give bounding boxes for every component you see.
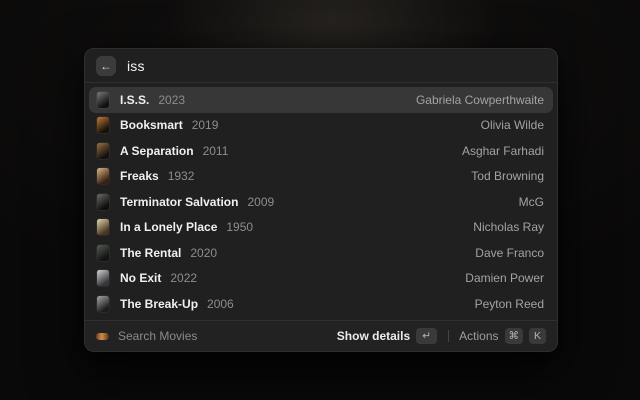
movie-title: A Separation: [120, 144, 194, 158]
back-button[interactable]: ←: [96, 56, 116, 76]
list-item[interactable]: Booksmart 2019 Olivia Wilde: [89, 113, 553, 139]
movie-director: Peyton Reed: [475, 297, 544, 311]
movie-director: Gabriela Cowperthwaite: [416, 93, 544, 107]
movie-title: I.S.S.: [120, 93, 149, 107]
result-list: I.S.S. 2023 Gabriela Cowperthwaite Books…: [85, 83, 557, 320]
source-label: Search Movies: [118, 329, 197, 343]
search-bar[interactable]: ← iss: [85, 49, 557, 83]
show-details-action[interactable]: Show details: [337, 329, 410, 343]
poster-thumbnail: [97, 143, 109, 159]
poster-thumbnail: [97, 117, 109, 133]
poster-thumbnail: [97, 245, 109, 261]
poster-thumbnail: [97, 219, 109, 235]
movie-title: The Rental: [120, 246, 181, 260]
movie-director: Olivia Wilde: [481, 118, 544, 132]
movie-year: 2023: [158, 93, 185, 107]
command-key-badge: ⌘: [505, 328, 524, 344]
movie-title: The Break-Up: [120, 297, 198, 311]
movie-director: Dave Franco: [475, 246, 544, 260]
movie-year: 2006: [207, 297, 234, 311]
footer-bar: Search Movies Show details ↵ Actions ⌘ K: [85, 320, 557, 351]
movie-title: Booksmart: [120, 118, 183, 132]
list-item[interactable]: The Break-Up 2006 Peyton Reed: [89, 291, 553, 317]
movie-year: 1932: [168, 169, 195, 183]
list-item[interactable]: A Separation 2011 Asghar Farhadi: [89, 138, 553, 164]
poster-thumbnail: [97, 194, 109, 210]
movie-title: No Exit: [120, 271, 161, 285]
movie-year: 2009: [247, 195, 274, 209]
return-key-badge: ↵: [416, 328, 437, 344]
footer-actions: Show details ↵ Actions ⌘ K: [337, 328, 546, 344]
movie-title: Terminator Salvation: [120, 195, 238, 209]
list-item[interactable]: Terminator Salvation 2009 McG: [89, 189, 553, 215]
search-input[interactable]: iss: [127, 58, 145, 74]
movie-director: Nicholas Ray: [473, 220, 544, 234]
k-key-badge: K: [529, 328, 546, 344]
actions-menu-button[interactable]: Actions: [459, 329, 498, 343]
movie-year: 2020: [190, 246, 217, 260]
movie-year: 2022: [170, 271, 197, 285]
movie-director: Damien Power: [465, 271, 544, 285]
list-item[interactable]: No Exit 2022 Damien Power: [89, 266, 553, 292]
poster-thumbnail: [97, 168, 109, 184]
poster-thumbnail: [97, 270, 109, 286]
movie-year: 2011: [203, 144, 229, 158]
list-item[interactable]: The Rental 2020 Dave Franco: [89, 240, 553, 266]
list-item[interactable]: Freaks 1932 Tod Browning: [89, 164, 553, 190]
movie-director: McG: [519, 195, 544, 209]
movie-year: 1950: [226, 220, 253, 234]
movie-year: 2019: [192, 118, 219, 132]
footer-separator: [448, 330, 449, 342]
list-item[interactable]: I.S.S. 2023 Gabriela Cowperthwaite: [89, 87, 553, 113]
movie-director: Asghar Farhadi: [462, 144, 544, 158]
launcher-panel: ← iss I.S.S. 2023 Gabriela Cowperthwaite…: [84, 48, 558, 352]
movie-title: Freaks: [120, 169, 159, 183]
back-icon: ←: [100, 59, 112, 73]
movie-director: Tod Browning: [471, 169, 544, 183]
movie-title: In a Lonely Place: [120, 220, 217, 234]
list-item[interactable]: In a Lonely Place 1950 Nicholas Ray: [89, 215, 553, 241]
search-movies-extension-icon: [96, 333, 109, 340]
poster-thumbnail: [97, 296, 109, 312]
poster-thumbnail: [97, 92, 109, 108]
actions-shortcut: ⌘ K: [499, 328, 547, 344]
